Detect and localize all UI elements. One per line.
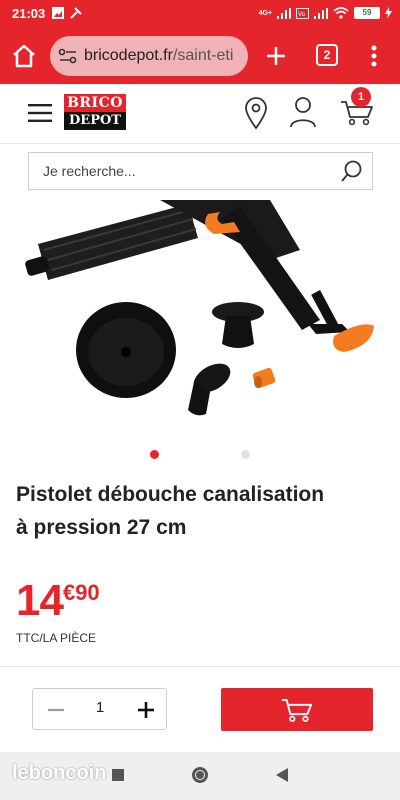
divider: [0, 666, 400, 667]
add-to-cart-button[interactable]: [221, 688, 373, 731]
cart-count-badge: 1: [351, 87, 371, 107]
minus-icon[interactable]: [43, 697, 69, 723]
product-title-line2: à pression 27 cm: [16, 516, 187, 539]
pistol-handle: [25, 204, 198, 280]
search-box: [28, 152, 373, 190]
carousel-dot[interactable]: [241, 450, 250, 459]
url-path: /saint-eti: [172, 47, 234, 64]
recent-apps-icon[interactable]: [112, 769, 124, 781]
new-tab-icon[interactable]: [262, 42, 290, 70]
browser-toolbar: bricodepot.fr/saint-eti 2: [0, 28, 400, 84]
small-plunger-cup: [212, 302, 264, 348]
product-title: Pistolet débouche canalisation à pressio…: [16, 478, 386, 544]
signal-icon: [277, 7, 291, 19]
brico-depot-logo[interactable]: BRICO DEPOT: [64, 94, 126, 130]
site-settings-icon[interactable]: [58, 47, 78, 65]
system-icons: 4G+ Vo 59: [259, 7, 392, 19]
home-nav-dot: [196, 771, 204, 779]
gallery-notification-icon: [52, 7, 64, 19]
store-locator-icon[interactable]: [243, 96, 269, 130]
more-menu-icon[interactable]: [364, 42, 384, 70]
volte-icon: Vo: [296, 7, 309, 19]
carousel-pagination: [0, 448, 400, 462]
price-euros: 14: [16, 576, 64, 625]
logo-bottom-text: DEPOT: [64, 112, 126, 130]
site-header: BRICO DEPOT 1: [0, 84, 400, 144]
back-icon[interactable]: [276, 768, 288, 782]
price-cents: €90: [62, 580, 100, 605]
wifi-icon: [333, 7, 349, 19]
search-icon[interactable]: [340, 159, 364, 183]
logo-top-text: BRICO: [64, 94, 126, 112]
page: 21:03 4G+ Vo 59 bricodepot.fr/saint-eti …: [0, 0, 400, 800]
product-image[interactable]: [0, 200, 400, 440]
large-plunger-cup: [76, 302, 176, 398]
product-title-line1: Pistolet débouche canalisation: [16, 483, 325, 506]
charging-icon: [385, 7, 392, 19]
add-to-cart-icon: [281, 699, 313, 723]
tools-notification-icon: [70, 7, 82, 19]
carousel-dot-active[interactable]: [150, 450, 159, 459]
url-bar[interactable]: bricodepot.fr/saint-eti: [50, 36, 248, 76]
watermark: leboncoin: [12, 762, 107, 784]
network-type: 4G+: [258, 9, 272, 17]
search-input[interactable]: [29, 153, 329, 189]
status-bar: 21:03 4G+ Vo 59: [0, 0, 400, 28]
url-domain: bricodepot.fr: [84, 47, 173, 64]
quantity-value[interactable]: 1: [87, 699, 113, 716]
quantity-stepper: 1: [32, 688, 167, 730]
mini-plunger-cup: [188, 363, 231, 416]
account-icon[interactable]: [289, 96, 317, 128]
battery-level: 59: [354, 7, 380, 19]
signal-icon-2: [314, 7, 328, 19]
orange-adapter: [252, 367, 276, 389]
hamburger-menu-icon[interactable]: [28, 104, 52, 122]
status-time: 21:03: [12, 6, 46, 21]
notification-icons: [52, 7, 82, 19]
home-icon[interactable]: [10, 42, 38, 70]
svg-text:Vo: Vo: [298, 12, 306, 18]
product-price: 14€90: [16, 576, 100, 626]
tab-switcher-button[interactable]: 2: [316, 44, 338, 66]
plus-icon[interactable]: [133, 697, 159, 723]
price-unit: TTC/LA PIÈCE: [16, 631, 97, 645]
url-text: bricodepot.fr/saint-eti: [84, 47, 233, 65]
